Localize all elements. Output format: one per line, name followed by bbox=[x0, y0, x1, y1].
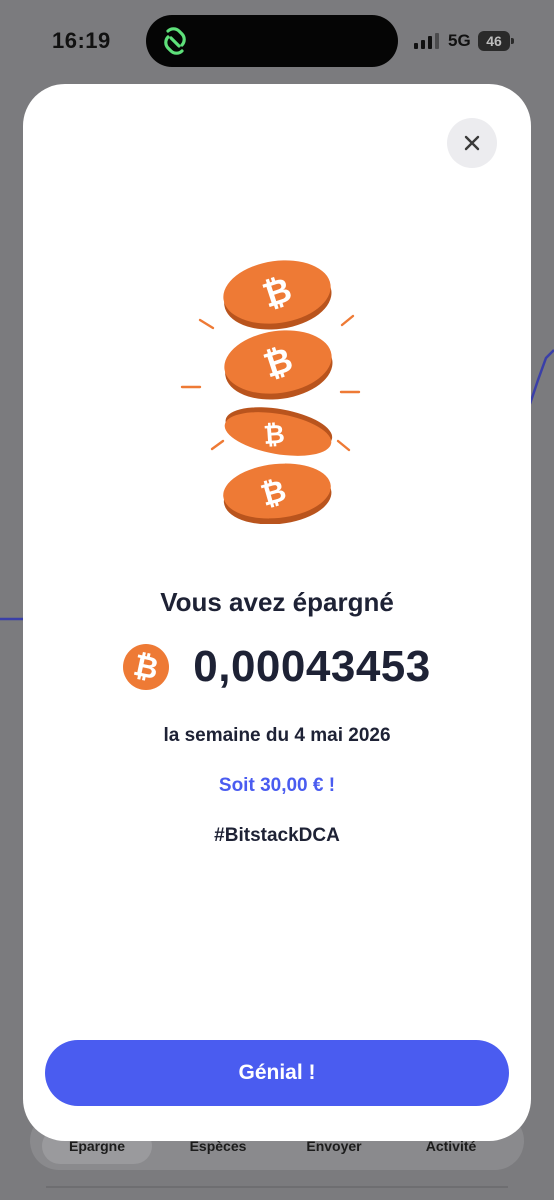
battery-icon: 46 bbox=[478, 31, 514, 51]
close-button[interactable] bbox=[447, 118, 497, 168]
period-label: la semaine du 4 mai 2026 bbox=[163, 725, 391, 746]
bitcoin-icon: ₿ bbox=[123, 644, 170, 690]
signal-icon bbox=[414, 33, 439, 49]
saved-amount: 0,00043453 bbox=[193, 642, 431, 691]
network-type: 5G bbox=[448, 31, 471, 50]
svg-text:₿: ₿ bbox=[262, 419, 285, 450]
savings-modal: ₿ ₿ ₿ ₿ Vous avez épargné ₿ 0,00043453 l… bbox=[23, 84, 531, 1141]
status-time: 16:19 bbox=[52, 28, 111, 53]
confirm-button[interactable]: Génial ! bbox=[45, 1040, 509, 1106]
fiat-equivalent: Soit 30,00 € ! bbox=[218, 775, 336, 796]
modal-title: Vous avez épargné bbox=[160, 587, 394, 617]
amount-row: ₿ 0,00043453 bbox=[23, 642, 531, 692]
battery-level: 46 bbox=[478, 31, 510, 51]
status-bar: 16:19 5G 46 bbox=[0, 0, 554, 84]
app-link-icon bbox=[164, 27, 186, 55]
falling-bitcoin-coins-illustration: ₿ ₿ ₿ ₿ bbox=[180, 260, 361, 524]
dynamic-island bbox=[146, 15, 398, 67]
background-divider bbox=[46, 1186, 508, 1188]
close-icon bbox=[464, 135, 480, 151]
hashtag: #BitstackDCA bbox=[214, 825, 340, 846]
